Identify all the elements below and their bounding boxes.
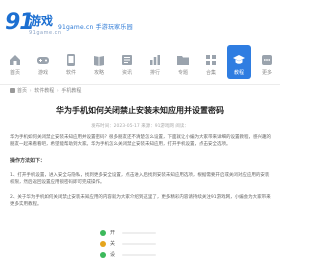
logo-text: 游戏	[29, 14, 54, 28]
nav-label: 攻略	[93, 70, 104, 76]
nav-item-tutorials[interactable]: 教程	[227, 45, 251, 79]
chart-icon	[150, 55, 160, 65]
nav-item-games[interactable]: 游戏	[31, 45, 55, 79]
home-icon	[10, 55, 20, 65]
article-title: 华为手机如何关闭禁止安装未知应用并设置密码	[56, 106, 224, 115]
breadcrumb-level2[interactable]: 手机教程	[61, 88, 81, 94]
option-dot	[100, 230, 106, 236]
nav-item-home[interactable]: 首页	[3, 45, 27, 79]
more-icon	[262, 55, 272, 65]
breadcrumb: 首页 › 软件教程 › 手机教程	[10, 88, 81, 95]
option-dot	[100, 252, 106, 258]
graduation-cap-icon	[233, 55, 245, 64]
grid-icon	[206, 55, 216, 65]
nav-label: 软件	[65, 70, 76, 76]
option-dot	[100, 241, 106, 247]
nav-item-more[interactable]: 更多	[255, 45, 279, 79]
site-slogan: 91game.cn 手游玩家乐园	[58, 24, 133, 31]
option-item[interactable]: 开	[100, 228, 158, 238]
site-logo[interactable]: 91 游戏 91game.cn	[5, 10, 61, 42]
option-label: 设	[110, 252, 116, 258]
option-item[interactable]: 关	[100, 239, 158, 249]
breadcrumb-home[interactable]: 首页	[17, 88, 27, 94]
option-label: 开	[110, 230, 116, 236]
main-nav: 首页 游戏 软件 攻略 资讯 排行 专题 合集 教程 更多	[0, 45, 280, 79]
book-icon	[94, 56, 104, 66]
logo-sub: 91game.cn	[29, 30, 62, 36]
header-divider	[0, 84, 280, 85]
nav-item-topics[interactable]: 专题	[171, 45, 195, 79]
nav-label: 合集	[205, 70, 216, 76]
option-label: 关	[110, 241, 116, 247]
section-title: 操作方法如下：	[10, 158, 46, 164]
gamepad-icon	[37, 57, 49, 64]
nav-label: 教程	[233, 70, 244, 76]
breadcrumb-level1[interactable]: 软件教程	[34, 88, 54, 94]
nav-item-apps[interactable]: 软件	[59, 45, 83, 79]
nav-item-guides[interactable]: 攻略	[87, 45, 111, 79]
option-bar	[122, 254, 156, 256]
nav-label: 首页	[9, 70, 20, 76]
nav-label: 更多	[261, 70, 272, 76]
app-icon	[67, 54, 75, 66]
article-paragraph: 华为手机如何关闭禁止安装未知应用并设置密码？很多朋友还不清楚怎么设置，下面就让小…	[10, 135, 271, 147]
news-icon	[122, 55, 132, 65]
option-bar	[122, 232, 156, 234]
option-item[interactable]: 设	[100, 250, 158, 260]
option-bar	[122, 243, 156, 245]
home-icon	[10, 88, 15, 93]
nav-label: 资讯	[121, 70, 132, 76]
article-paragraph: 1、打开手机设置，进入安全与隐私，找到更多安全设置，点击进入后找到安装未知应用选…	[10, 173, 270, 185]
nav-item-collections[interactable]: 合集	[199, 45, 223, 79]
folder-icon	[177, 56, 189, 65]
nav-item-news[interactable]: 资讯	[115, 45, 139, 79]
nav-label: 专题	[177, 70, 188, 76]
article-meta: 发布时间：2023-05-17 来源：91游戏网 阅读：	[91, 124, 189, 129]
nav-item-rank[interactable]: 排行	[143, 45, 167, 79]
nav-label: 游戏	[37, 70, 48, 76]
article-paragraph: 2、关于华为手机如何关闭禁止安装未知应用的内容就为大家介绍到这里了，更多精彩内容…	[10, 195, 271, 207]
nav-label: 排行	[149, 70, 160, 76]
